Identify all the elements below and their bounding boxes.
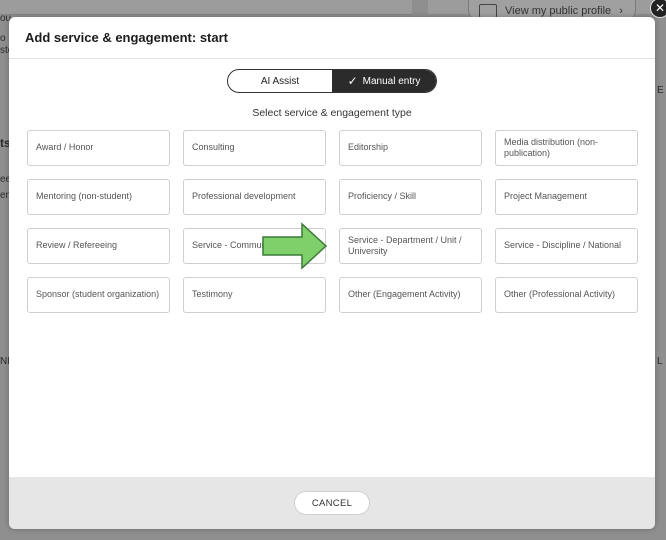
modal-title: Add service & engagement: start	[25, 30, 229, 45]
option-service-department-unit-university[interactable]: Service - Department / Unit / University	[339, 228, 482, 264]
background-card	[0, 0, 412, 15]
check-icon: ✓	[347, 74, 358, 88]
background-text: L	[657, 356, 663, 367]
entry-mode-toggle: AI Assist ✓ Manual entry	[227, 69, 437, 93]
option-project-management[interactable]: Project Management	[495, 179, 638, 215]
section-label: Select service & engagement type	[252, 107, 412, 119]
option-consulting[interactable]: Consulting	[183, 130, 326, 166]
manual-entry-option[interactable]: ✓ Manual entry	[332, 70, 436, 92]
option-mentoring[interactable]: Mentoring (non-student)	[27, 179, 170, 215]
service-type-grid: Award / Honor Consulting Editorship Medi…	[27, 130, 638, 313]
ai-assist-option[interactable]: AI Assist	[228, 70, 332, 92]
modal-header: Add service & engagement: start	[9, 17, 655, 59]
option-other-professional-activity[interactable]: Other (Professional Activity)	[495, 277, 638, 313]
option-editorship[interactable]: Editorship	[339, 130, 482, 166]
pointer-arrow-icon	[262, 222, 328, 270]
option-review-refereeing[interactable]: Review / Refereeing	[27, 228, 170, 264]
option-proficiency-skill[interactable]: Proficiency / Skill	[339, 179, 482, 215]
option-sponsor-student-organization[interactable]: Sponsor (student organization)	[27, 277, 170, 313]
option-other-engagement-activity[interactable]: Other (Engagement Activity)	[339, 277, 482, 313]
close-icon[interactable]: ✕	[650, 0, 666, 18]
chevron-right-icon: ›	[619, 4, 623, 17]
option-media-distribution[interactable]: Media distribution (non-publication)	[495, 130, 638, 166]
view-public-profile-label: View my public profile	[505, 4, 612, 17]
manual-entry-label: Manual entry	[362, 75, 421, 87]
add-service-modal: Add service & engagement: start AI Assis…	[9, 17, 655, 529]
option-award-honor[interactable]: Award / Honor	[27, 130, 170, 166]
background-text: o	[0, 33, 6, 44]
option-professional-development[interactable]: Professional development	[183, 179, 326, 215]
background-text: E	[657, 85, 664, 96]
option-testimony[interactable]: Testimony	[183, 277, 326, 313]
cancel-button[interactable]: CANCEL	[294, 491, 370, 515]
option-service-discipline-national[interactable]: Service - Discipline / National	[495, 228, 638, 264]
modal-footer: CANCEL	[9, 477, 655, 529]
profile-card-icon	[479, 3, 497, 18]
ai-assist-label: AI Assist	[260, 75, 300, 87]
